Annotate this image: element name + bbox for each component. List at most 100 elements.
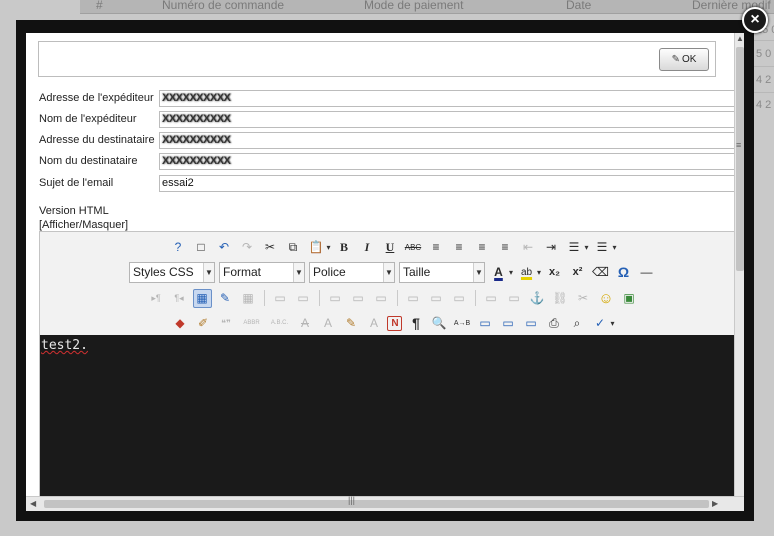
email-subject-input[interactable]: essai2 [159,175,744,192]
subscript-icon[interactable]: x₂ [545,263,564,282]
undo-icon[interactable]: ↶ [214,238,233,257]
blockquote-icon[interactable]: ❝❞ [216,314,235,333]
highlight-color-icon[interactable]: ab [517,263,536,282]
abbreviation-icon[interactable]: ABBR [239,314,263,333]
move-backward-icon[interactable]: ▭ [521,314,540,333]
cell-props-icon[interactable]: ▭ [482,289,501,308]
deletion-icon[interactable]: A [295,314,314,333]
smiley-icon[interactable]: ☺ [597,289,616,308]
insert-col-before-icon[interactable]: ▭ [326,289,345,308]
insertion-icon[interactable]: A [318,314,337,333]
eraser-icon[interactable]: ⌫ [591,263,610,282]
numbers-dropdown-icon[interactable]: ▾ [613,243,617,252]
italic-icon[interactable]: I [357,238,376,257]
size-select[interactable]: Taille ▼ [398,261,485,283]
paste-dropdown-icon[interactable]: ▾ [326,243,330,252]
table-props-icon[interactable]: ▭ [505,289,524,308]
font-color-icon[interactable]: A [489,263,508,282]
nonbreaking-icon[interactable]: N [387,315,403,331]
spellcheck-dropdown-icon[interactable]: ▾ [610,319,614,328]
find-icon[interactable]: 🔍 [429,314,448,333]
recipient-address-row: Adresse du destinataire XXXXXXXXXX [39,132,744,149]
sender-name-label: Nom de l'expéditeur [39,113,137,125]
chevron-down-icon: ▼ [382,262,394,282]
table-icon[interactable]: ▦ [192,288,212,308]
superscript-icon[interactable]: x² [568,263,587,282]
source-icon[interactable]: ◆ [170,314,189,333]
indent-icon[interactable]: ⇥ [541,238,560,257]
spellcheck-icon[interactable]: ✓ [590,314,609,333]
sender-name-input[interactable]: XXXXXXXXXX [159,111,744,128]
format-select[interactable]: Format ▼ [218,261,305,283]
vertical-scrollbar[interactable]: ▲ ≡ ▼ [734,33,744,511]
recipient-name-input[interactable]: XXXXXXXXXX [159,153,744,170]
underline-icon[interactable]: U [380,238,399,257]
bullets-dropdown-icon[interactable]: ▾ [584,243,588,252]
html-version-toggle[interactable]: Version HTML [Afficher/Masquer] [39,204,128,232]
help-icon[interactable]: ? [168,238,187,257]
justify-icon[interactable]: ≡ [495,238,514,257]
strikethrough-icon[interactable]: ABC [403,238,422,257]
bold-icon[interactable]: B [334,238,353,257]
outdent-icon[interactable]: ⇤ [518,238,537,257]
edit-icon[interactable]: ✎ [216,289,235,308]
unlink-icon[interactable]: ✂ [574,289,593,308]
cleanup-brush-icon[interactable]: ✐ [193,314,212,333]
anchor-icon[interactable]: ⚓ [528,289,547,308]
sender-address-input[interactable]: XXXXXXXXXX [159,90,744,107]
scroll-up-icon[interactable]: ▲ [736,34,744,43]
scroll-right-icon[interactable]: ▶ [712,499,718,508]
ok-button[interactable]: ✎ OK [659,48,709,71]
font-color-dropdown-icon[interactable]: ▾ [509,268,513,277]
scroll-left-icon[interactable]: ◀ [30,499,36,508]
align-left-icon[interactable]: ≡ [426,238,445,257]
delete-table-icon[interactable]: ▦ [239,289,258,308]
email-subject-label: Sujet de l'email [39,177,114,189]
new-page-icon[interactable]: □ [191,238,210,257]
show-hide-link[interactable]: [Afficher/Masquer] [39,218,128,232]
toolbar-separator [318,290,320,306]
acronym-icon[interactable]: A.B.C. [267,314,291,333]
vertical-scroll-thumb[interactable] [736,47,744,271]
recipient-address-input[interactable]: XXXXXXXXXX [159,132,744,149]
pilcrow-icon[interactable]: ¶ [406,314,425,333]
highlight-dropdown-icon[interactable]: ▾ [537,268,541,277]
cut-icon[interactable]: ✂ [260,238,279,257]
align-center-icon[interactable]: ≡ [449,238,468,257]
ltr-icon[interactable]: ▸¶ [147,289,166,308]
delete-col-icon[interactable]: ▭ [372,289,391,308]
horizontal-rule-icon[interactable]: — [637,263,656,282]
print-icon[interactable]: ⎙ [544,314,563,333]
font-select[interactable]: Police ▼ [308,261,395,283]
rtl-icon[interactable]: ¶◂ [170,289,189,308]
delete-row-icon[interactable]: ▭ [294,289,313,308]
close-icon[interactable]: × [742,7,768,33]
special-char-icon[interactable]: Ω [614,263,633,282]
replace-icon[interactable]: A→B [452,314,471,333]
font-value: Police [312,265,346,279]
merge-cells-icon[interactable]: ▭ [427,289,446,308]
link-icon[interactable]: ⛓ [551,289,570,308]
numbered-list-icon[interactable]: ☰ [593,238,612,257]
redo-icon[interactable]: ↷ [237,238,256,257]
align-right-icon[interactable]: ≡ [472,238,491,257]
row-props-icon[interactable]: ▭ [450,289,469,308]
grip-icon: ||| [348,495,356,505]
insert-layer-icon[interactable]: ▭ [475,314,494,333]
horizontal-scroll-thumb[interactable] [44,500,709,508]
preview-icon[interactable]: ⌕ [567,314,586,333]
styled-text-icon[interactable]: A [364,314,383,333]
copy-icon[interactable]: ⧉ [283,238,302,257]
bulleted-list-icon[interactable]: ☰ [564,238,583,257]
attributes-icon[interactable]: ✎ [341,314,360,333]
editor-content-area[interactable]: test2. [40,335,744,511]
insert-row-icon[interactable]: ▭ [271,289,290,308]
paste-icon[interactable]: 📋 [306,238,325,257]
horizontal-scrollbar[interactable]: ◀ ||| ▶ [26,495,744,511]
css-styles-select[interactable]: Styles CSS ▼ [128,261,215,283]
image-icon[interactable]: ▣ [620,289,639,308]
insert-col-after-icon[interactable]: ▭ [349,289,368,308]
move-forward-icon[interactable]: ▭ [498,314,517,333]
html-version-label: Version HTML [39,205,109,217]
split-cell-icon[interactable]: ▭ [404,289,423,308]
